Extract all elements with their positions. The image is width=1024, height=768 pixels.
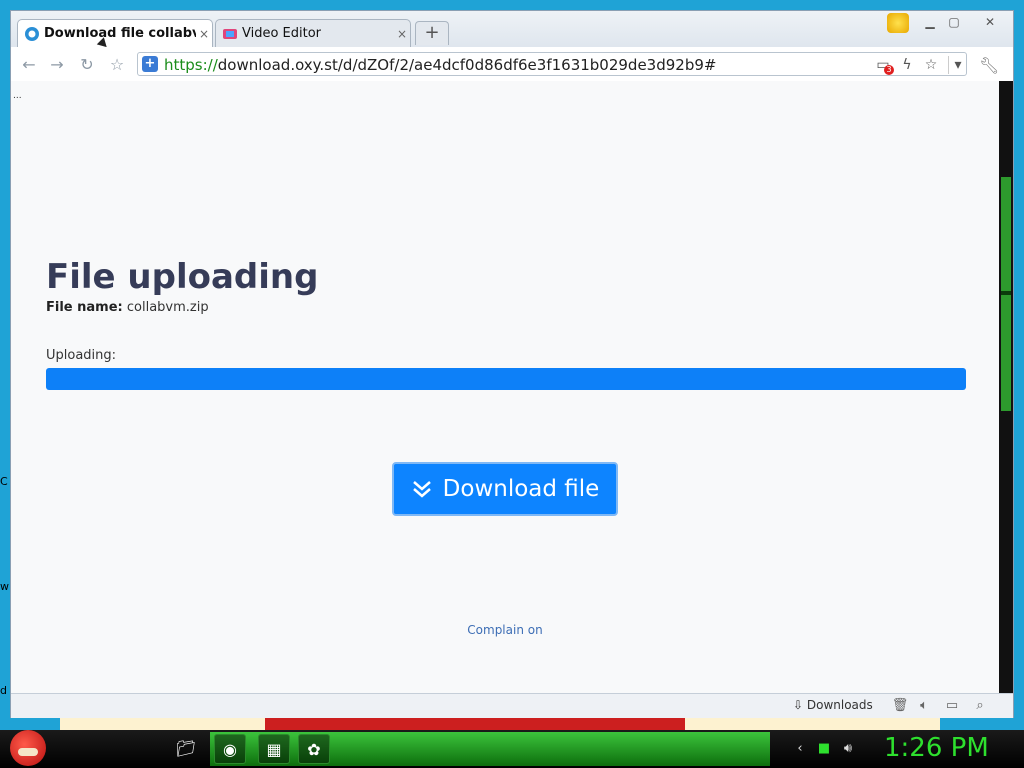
url-path: download.oxy.st/d/dZOf/2/ae4dcf0d86df6e3… <box>217 56 717 74</box>
zoom-icon[interactable]: ⌕ <box>971 698 989 714</box>
secure-shield-icon: + <box>142 56 158 72</box>
downloads-button[interactable]: ⇩ Downloads <box>793 698 873 712</box>
desktop-edge-text: d <box>0 684 7 697</box>
back-icon[interactable]: ← <box>19 55 39 75</box>
flash-icon[interactable]: ϟ <box>898 56 916 74</box>
tab-label: Download file collabvm. <box>44 26 196 41</box>
file-name-row: File name: collabvm.zip <box>46 300 209 315</box>
status-bar: ⇩ Downloads 🗑︎ 🔈︎ ▭ ⌕ <box>11 693 1013 718</box>
tab-label: Video Editor <box>242 26 322 41</box>
profile-icon[interactable] <box>887 13 909 33</box>
tab-close-icon[interactable]: × <box>196 27 212 41</box>
video-editor-favicon-icon <box>223 28 237 39</box>
browser-window: Download file collabvm. × Video Editor ×… <box>10 10 1014 718</box>
page-tiny-text: ... <box>13 91 22 101</box>
download-button-label: Download file <box>442 476 600 502</box>
upload-progress-bar <box>46 368 966 390</box>
extension-icon[interactable]: ▭ 3 <box>874 56 894 75</box>
site-favicon-icon <box>25 26 39 41</box>
uploading-label: Uploading: <box>46 348 117 363</box>
page-scrollbar[interactable] <box>999 81 1013 693</box>
trash-icon[interactable]: 🗑︎ <box>891 698 909 714</box>
taskbar-glow <box>210 732 770 766</box>
taskbar-clock[interactable]: 1:26 PM <box>884 733 989 763</box>
extension-badge: 3 <box>884 65 894 75</box>
desktop-wallpaper-red <box>265 718 685 730</box>
double-chevron-down-icon <box>412 481 431 498</box>
downloads-label: Downloads <box>806 698 873 712</box>
complain-link[interactable]: Complain on <box>11 623 999 637</box>
bookmark-star-icon[interactable]: ☆ <box>107 55 127 75</box>
page-content: ... File uploading File name: collabvm.z… <box>11 81 999 693</box>
desktop-edge-text: w <box>0 580 9 593</box>
star-icon[interactable]: ☆ <box>922 56 940 74</box>
download-file-button[interactable]: Download file <box>392 462 618 516</box>
tray-volume-icon[interactable]: 🔊︎ <box>840 741 856 757</box>
close-window-icon[interactable]: ✕ <box>977 13 1003 31</box>
maximize-icon[interactable]: ▢ <box>941 13 967 31</box>
file-name-value: collabvm.zip <box>126 300 209 315</box>
tray-network-icon[interactable]: ■ <box>816 741 832 757</box>
title-bar: Download file collabvm. × Video Editor ×… <box>11 11 1013 51</box>
reload-icon[interactable]: ↻ <box>77 55 97 75</box>
forward-icon[interactable]: → <box>47 55 67 75</box>
tab-video-editor[interactable]: Video Editor × <box>215 19 411 47</box>
start-button-angry-bird-icon[interactable] <box>10 730 46 766</box>
tab-close-icon[interactable]: × <box>394 27 410 41</box>
wrench-menu-icon[interactable]: 🔧︎ <box>979 56 999 75</box>
dropdown-chevron-icon[interactable]: ▾ <box>948 56 967 74</box>
minimize-icon[interactable]: ▁ <box>917 13 943 31</box>
tray-arrow-icon[interactable]: ‹ <box>792 741 808 757</box>
file-name-label: File name: <box>46 300 123 315</box>
folder-icon[interactable]: 📁︎ <box>170 734 202 764</box>
window-switcher-icon[interactable]: ▦ <box>258 734 290 764</box>
media-app-icon[interactable]: ✿ <box>298 734 330 764</box>
url-scheme: https:// <box>164 56 218 74</box>
address-bar[interactable]: + https://download.oxy.st/d/dZOf/2/ae4dc… <box>137 52 967 76</box>
tab-download-file[interactable]: Download file collabvm. × <box>17 19 213 47</box>
desktop-edge-text: C <box>0 475 8 488</box>
browser-toolbar: ← → ↻ ☆ + https://download.oxy.st/d/dZOf… <box>11 47 1013 82</box>
speaker-icon[interactable]: 🔈︎ <box>915 698 933 714</box>
url-text: https://download.oxy.st/d/dZOf/2/ae4dcf0… <box>164 56 716 74</box>
scrollbar-grip <box>1001 291 1011 295</box>
upload-progress-fill <box>46 368 966 390</box>
chrome-icon[interactable]: ◉ <box>214 734 246 764</box>
new-tab-button[interactable]: + <box>415 21 449 45</box>
screen-icon[interactable]: ▭ <box>943 698 961 714</box>
page-title: File uploading <box>46 257 319 297</box>
